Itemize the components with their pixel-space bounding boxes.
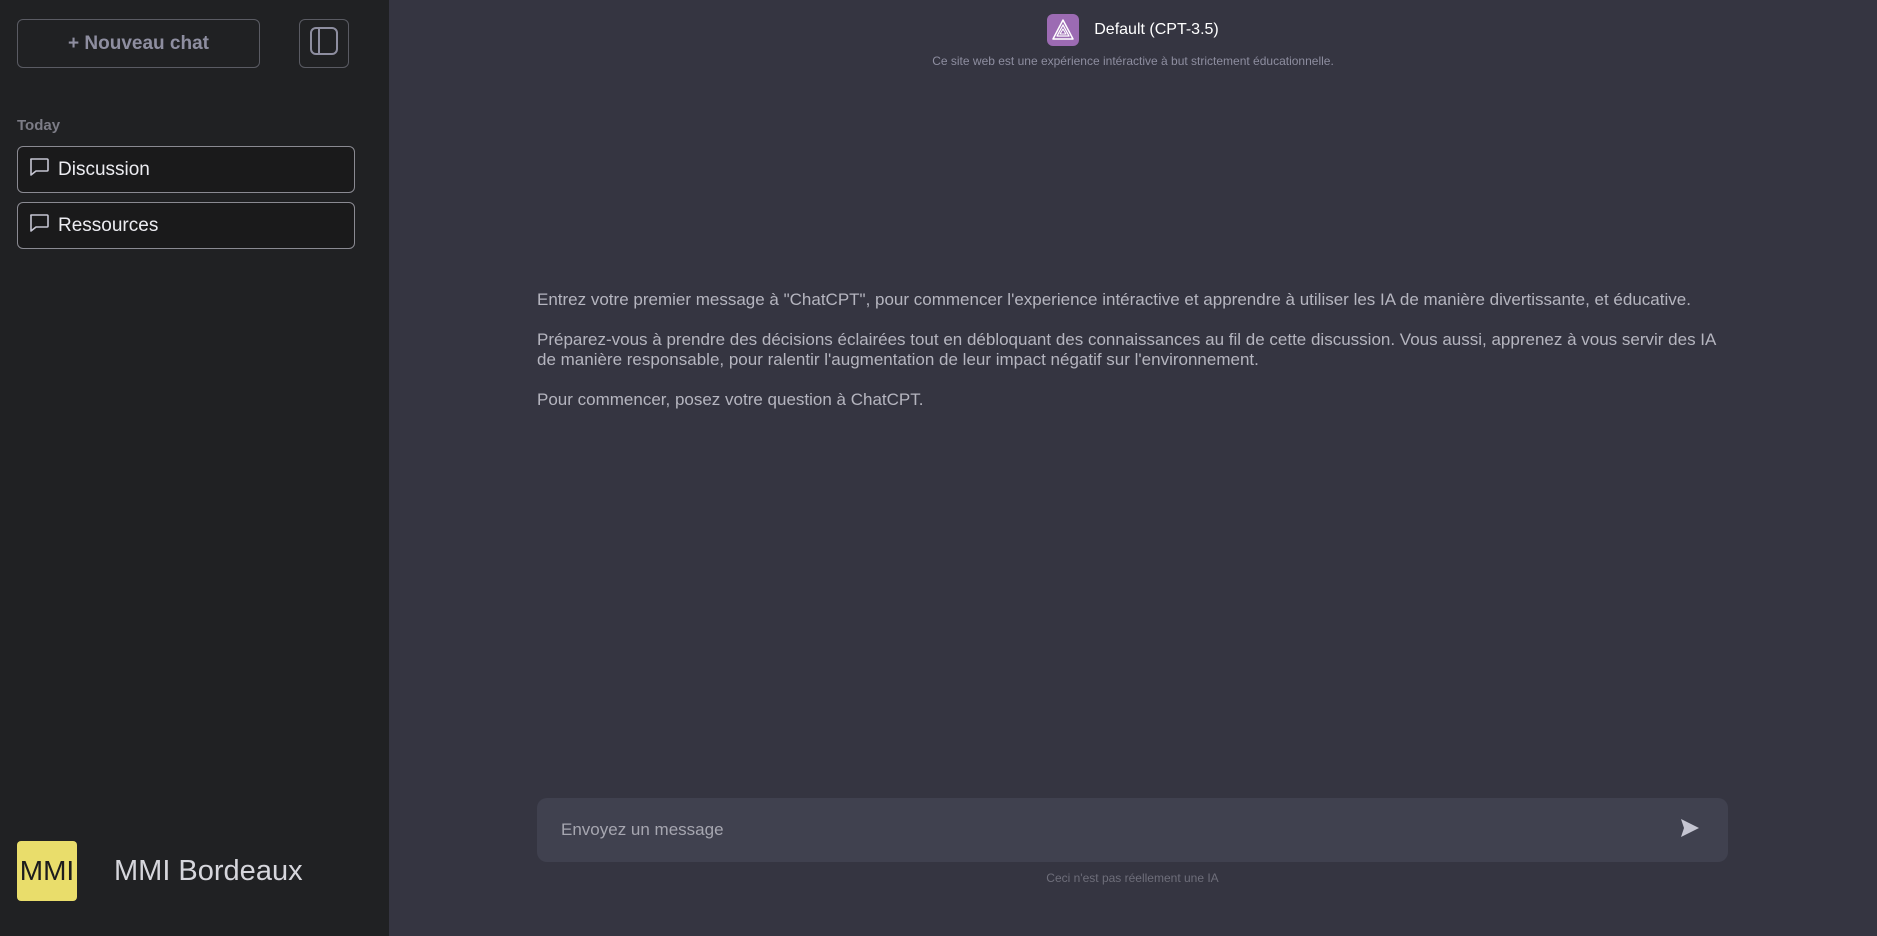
toggle-sidebar-button[interactable]: [299, 19, 349, 68]
sidebar-panel-icon: [309, 26, 339, 61]
message-composer: [537, 797, 1728, 863]
sidebar-item-label: Ressources: [58, 214, 159, 236]
user-profile[interactable]: MMI MMI Bordeaux: [17, 841, 303, 901]
chat-header: Default (CPT-3.5) Ce site web est une ex…: [389, 14, 1877, 68]
message-input[interactable]: [537, 797, 1670, 863]
chat-bubble-icon: [28, 156, 50, 183]
model-selector[interactable]: Default (CPT-3.5): [389, 14, 1877, 46]
app-window: + Nouveau chat Today Discussion Ressourc…: [0, 0, 1877, 936]
avatar: MMI: [17, 841, 77, 901]
site-disclaimer: Ce site web est une expérience intéracti…: [932, 54, 1334, 68]
history-section-label: Today: [17, 117, 61, 134]
sidebar-item-discussion[interactable]: Discussion: [17, 146, 355, 193]
send-button[interactable]: [1670, 810, 1710, 850]
sidebar-item-label: Discussion: [58, 158, 150, 180]
intro-paragraph: Entrez votre premier message à "ChatCPT"…: [537, 290, 1691, 309]
intro-paragraph: Pour commencer, posez votre question à C…: [537, 390, 924, 409]
model-logo-icon: [1047, 14, 1080, 46]
composer-footer-note: Ceci n'est pas réellement une IA: [1046, 871, 1219, 885]
send-arrow-icon: [1679, 817, 1701, 844]
intro-message: Entrez votre premier message à "ChatCPT"…: [537, 290, 1732, 430]
chat-bubble-icon: [28, 212, 50, 239]
sidebar-item-ressources[interactable]: Ressources: [17, 202, 355, 249]
new-chat-button[interactable]: + Nouveau chat: [17, 19, 260, 68]
user-name: MMI Bordeaux: [114, 854, 303, 887]
intro-paragraph: Préparez-vous à prendre des décisions éc…: [537, 330, 1716, 369]
model-name: Default (CPT-3.5): [1094, 21, 1219, 38]
sidebar: + Nouveau chat Today Discussion Ressourc…: [0, 0, 389, 936]
chat-main: Default (CPT-3.5) Ce site web est une ex…: [389, 0, 1877, 936]
